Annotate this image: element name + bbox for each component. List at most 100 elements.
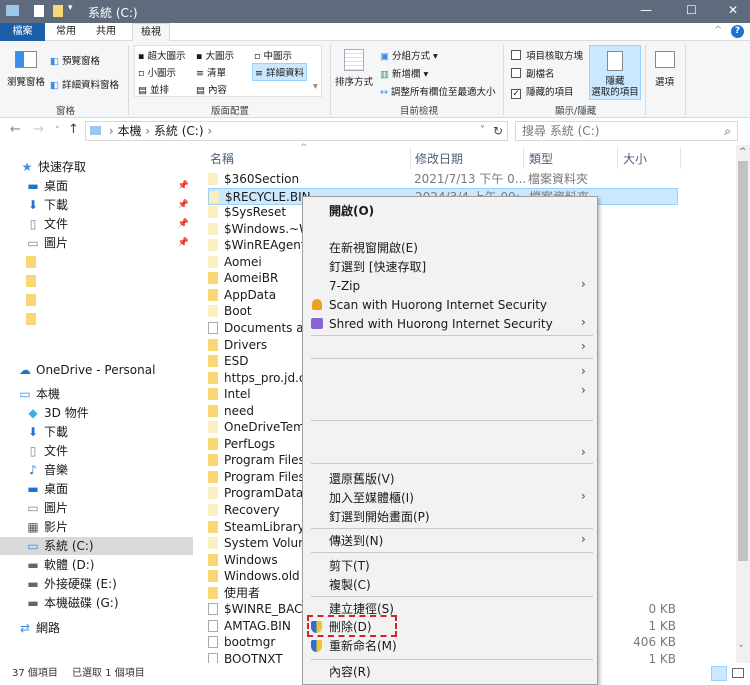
hidden-items-toggle[interactable]: ✓ 隱藏的項目 [511, 84, 574, 99]
search-input[interactable]: 搜尋 系統 (C:) ⌕ [515, 121, 738, 141]
address-bar[interactable]: › 本機 › 系統 (C:) › ˅ ↻ [85, 121, 508, 141]
add-columns-button[interactable]: ▥ 新增欄 ▾ [380, 66, 428, 80]
layout-tiles[interactable]: ▤ 並排 [138, 82, 169, 96]
large-icons-view-button[interactable] [732, 668, 744, 678]
sidebar-item-network[interactable]: ⇄ 網路 [18, 619, 191, 637]
item-checkboxes-toggle[interactable]: 項目核取方塊 [511, 48, 583, 62]
layout-content[interactable]: ▤ 內容 [196, 82, 227, 96]
sidebar-item-pc-8[interactable]: ▬ 軟體 (D:) [26, 556, 193, 574]
sidebar-item-downloads[interactable]: ⬇ 下載 📌 [26, 196, 193, 214]
column-header-date[interactable]: 修改日期 [415, 150, 463, 167]
menu-properties[interactable]: 內容(R) [329, 663, 371, 681]
sidebar-item-pc-6[interactable]: ▦ 影片 [26, 518, 193, 536]
new-folder-icon[interactable] [53, 5, 63, 17]
layout-large[interactable]: ▪ 大圖示 [196, 48, 234, 62]
group-by-button[interactable]: ▣ 分組方式 ▾ [380, 48, 438, 62]
column-header-size[interactable]: 大小 [623, 150, 647, 167]
breadcrumb-this-pc[interactable]: 本機 [117, 124, 141, 138]
sidebar-pinned-folder[interactable] [26, 310, 199, 328]
sidebar-item-this-pc[interactable]: ▭ 本機 [18, 385, 191, 403]
sidebar-item-pc-10[interactable]: ▬ 本機磁碟 (G:) [26, 594, 193, 612]
sort-by-button[interactable]: 排序方式 [335, 74, 373, 88]
layout-small[interactable]: ▫ 小圖示 [138, 65, 176, 79]
scrollbar-thumb[interactable] [738, 161, 748, 561]
folder-icon [208, 454, 218, 467]
menu-include-library[interactable]: 加入至媒體櫃(I) [329, 489, 414, 507]
close-button[interactable]: ✕ [728, 3, 738, 17]
submenu-arrow-icon[interactable]: › [581, 364, 586, 378]
sidebar-item-onedrive[interactable]: ☁ OneDrive - Personal [18, 361, 191, 379]
menu-cut[interactable]: 剪下(T) [329, 557, 370, 575]
sidebar-item-pc-1[interactable]: ⬇ 下載 [26, 423, 193, 441]
file-row[interactable]: $360Section 2021/7/13 下午 0... 檔案資料夾 [208, 171, 678, 188]
sidebar-item-pc-7[interactable]: ▭ 系統 (C:) [0, 537, 193, 555]
sidebar-item-quick-access[interactable]: ★ 快速存取 [20, 158, 193, 176]
sidebar-item-pc-0[interactable]: ◆ 3D 物件 [26, 404, 193, 422]
pin-icon: 📌 [177, 181, 189, 191]
breadcrumb-drive-c[interactable]: 系統 (C:) [154, 124, 204, 138]
collapse-ribbon-icon[interactable]: ^ [714, 25, 722, 36]
layout-list[interactable]: ≡ 清單 [196, 65, 226, 79]
sidebar-item-pc-4[interactable]: ▬ 桌面 [26, 480, 193, 498]
address-dropdown-icon[interactable]: ˅ [480, 122, 485, 140]
menu-shred-huorong[interactable]: Shred with Huorong Internet Security [329, 315, 553, 333]
column-header-type[interactable]: 類型 [529, 150, 553, 167]
sidebar-item-pc-2[interactable]: ▯ 文件 [26, 442, 193, 460]
sidebar-item-label: 外接硬碟 (E:) [44, 577, 117, 591]
properties-icon[interactable] [34, 5, 44, 17]
gallery-more-icon[interactable]: ▾ [313, 81, 318, 92]
layout-medium[interactable]: ▫ 中圖示 [254, 48, 292, 62]
menu-scan-huorong[interactable]: Scan with Huorong Internet Security [329, 296, 547, 314]
recent-locations-icon[interactable]: ˅ [55, 126, 60, 136]
up-button[interactable]: ↑ [68, 122, 79, 137]
layout-details[interactable]: ≡ 詳細資料 [252, 63, 307, 81]
file-extensions-toggle[interactable]: 副檔名 [511, 66, 555, 80]
menu-send-to[interactable]: 傳送到(N) [329, 532, 383, 550]
minimize-button[interactable]: — [640, 3, 652, 17]
menu-delete[interactable]: 刪除(D) [329, 618, 372, 636]
sidebar-pinned-folder[interactable] [26, 291, 199, 309]
qat-dropdown-icon[interactable]: ▾ [68, 3, 73, 13]
sidebar-item-pc-9[interactable]: ▬ 外接硬碟 (E:) [26, 575, 193, 593]
menu-pin-start[interactable]: 釘選到開始畫面(P) [329, 508, 430, 526]
hide-selected-items-button[interactable]: 隱藏 選取的項目 [589, 45, 641, 100]
sidebar-item-desktop[interactable]: ▬ 桌面 📌 [26, 177, 193, 195]
vertical-scrollbar[interactable]: ^ ˅ [736, 145, 750, 663]
refresh-icon[interactable]: ↻ [493, 122, 503, 140]
sidebar-item-pc-3[interactable]: ♪ 音樂 [26, 461, 193, 479]
options-button[interactable]: 選項 [655, 74, 674, 88]
menu-open[interactable]: 開啟(O) [329, 202, 374, 220]
details-view-button[interactable] [711, 666, 727, 681]
tab-file[interactable]: 檔案 [0, 23, 45, 41]
details-pane-button[interactable]: ◧ 詳細資料窗格 [50, 77, 119, 91]
submenu-arrow-icon[interactable]: › [581, 383, 586, 397]
column-header-name[interactable]: 名稱 [210, 150, 234, 167]
back-button[interactable]: ← [10, 122, 21, 137]
menu-restore-previous[interactable]: 還原舊版(V) [329, 470, 395, 488]
tab-share[interactable]: 共用 [88, 23, 124, 41]
layout-extra-large[interactable]: ▪ 超大圖示 [138, 48, 185, 62]
submenu-arrow-icon[interactable]: › [581, 445, 586, 459]
scroll-up-icon[interactable]: ^ [739, 147, 747, 157]
menu-pin-quick-access[interactable]: 釘選到 [快速存取] [329, 258, 426, 276]
menu-open-new-window[interactable]: 在新視窗開啟(E) [329, 239, 418, 257]
folder-icon [208, 404, 218, 417]
tab-home[interactable]: 常用 [48, 23, 84, 41]
tab-view[interactable]: 檢視 [132, 23, 170, 42]
submenu-arrow-icon[interactable]: › [581, 339, 586, 353]
sidebar-item-pictures[interactable]: ▭ 圖片 📌 [26, 234, 193, 252]
sidebar-pinned-folder[interactable] [26, 272, 199, 290]
menu-copy[interactable]: 複製(C) [329, 576, 371, 594]
sidebar-pinned-folder[interactable] [26, 253, 199, 271]
menu-7zip[interactable]: 7-Zip [329, 277, 360, 295]
menu-rename[interactable]: 重新命名(M) [329, 637, 397, 655]
sidebar-item-pc-5[interactable]: ▭ 圖片 [26, 499, 193, 517]
help-icon[interactable]: ? [731, 25, 744, 38]
size-columns-button[interactable]: ↔ 調整所有欄位至最適大小 [380, 84, 496, 98]
maximize-button[interactable]: ☐ [686, 3, 697, 17]
scroll-down-icon[interactable]: ˅ [739, 645, 744, 655]
preview-pane-button[interactable]: ◧ 預覽窗格 [50, 53, 100, 67]
sidebar-item-documents[interactable]: ▯ 文件 📌 [26, 215, 193, 233]
forward-button[interactable]: → [33, 122, 44, 137]
navigation-pane-button[interactable]: 瀏覽窗格 [7, 74, 45, 88]
